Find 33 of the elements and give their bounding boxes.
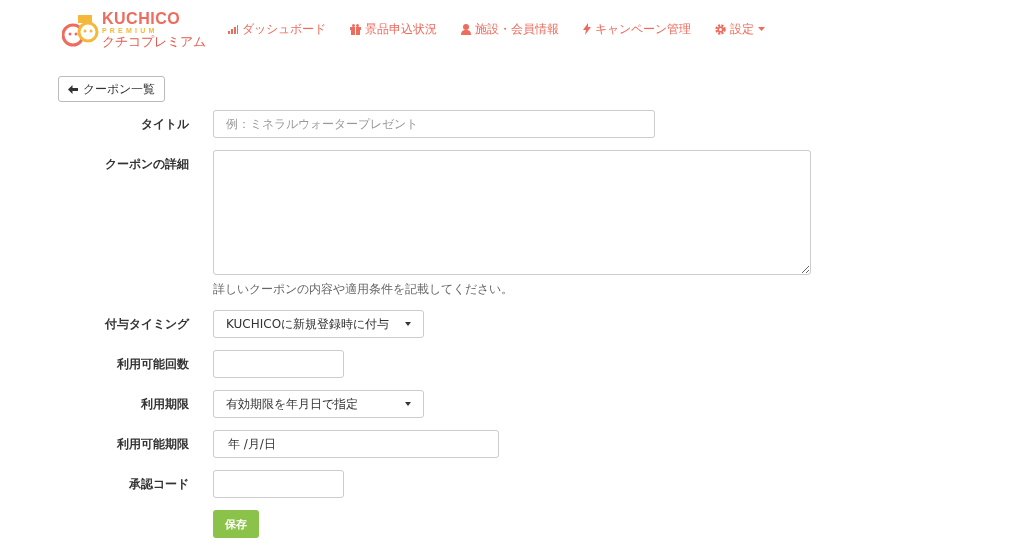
back-button[interactable]: クーポン一覧	[58, 76, 165, 102]
field-label: 承認コード	[128, 476, 190, 493]
field-label: タイトル	[140, 116, 190, 133]
text-field[interactable]: 例：ミネラルウォータープレゼント	[213, 110, 655, 138]
gift-icon	[350, 23, 361, 35]
date-field[interactable]: 年 /月/日	[213, 430, 499, 458]
logo-reading: クチコプレミアム	[102, 34, 206, 48]
text-field[interactable]	[213, 350, 344, 378]
field-label: 付与タイミング	[103, 316, 191, 333]
lightning-icon	[583, 23, 591, 35]
select-field[interactable]: 有効期限を年月日で指定	[213, 390, 424, 418]
caret-icon	[405, 322, 411, 326]
textarea-field[interactable]	[213, 150, 811, 275]
user-icon	[461, 23, 471, 35]
logo-faces-drawing	[62, 13, 100, 48]
text-field[interactable]	[213, 470, 344, 498]
nav-link[interactable]: キャンペーン管理	[583, 20, 691, 38]
logo-name: KUCHICO	[102, 10, 182, 27]
nav-link[interactable]: 施設・会員情報	[461, 20, 559, 38]
select-field[interactable]: KUCHICOに新規登録時に付与	[213, 310, 424, 338]
nav-link[interactable]: ダッシュボード	[228, 20, 326, 38]
caret-icon	[405, 402, 411, 406]
left-arrow-icon	[68, 84, 78, 94]
signal-bars-icon	[228, 24, 238, 34]
help-text: 詳しいクーポンの内容や適用条件を記載してください。	[213, 281, 514, 298]
field-label: クーポンの詳細	[104, 156, 190, 173]
nav-link[interactable]: 設定	[715, 20, 765, 38]
nav-link[interactable]: 景品申込状況	[350, 20, 437, 38]
field-label: 利用可能期限	[116, 436, 190, 453]
save-button[interactable]: 保存	[213, 510, 259, 538]
field-label: 利用期限	[140, 396, 190, 413]
settings-icon	[715, 23, 726, 35]
field-label: 利用可能回数	[116, 356, 190, 373]
